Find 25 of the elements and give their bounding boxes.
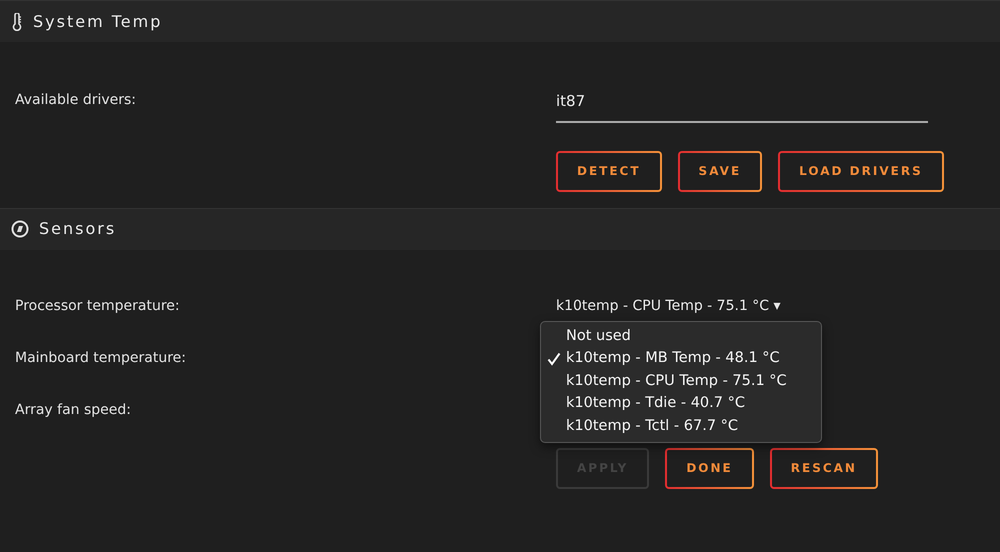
field-label: Mainboard temperature: xyxy=(14,348,188,368)
thermometer-icon xyxy=(11,12,23,30)
action-button[interactable]: DONE xyxy=(665,448,754,488)
action-button[interactable]: RESCAN xyxy=(770,448,878,488)
section-title: System Temp xyxy=(33,10,162,32)
option-text: k10temp - CPU Temp - 75.1 °C xyxy=(566,372,787,391)
section-title: Sensors xyxy=(39,218,116,240)
dropdown-option[interactable]: k10temp - MB Temp - 48.1 °C xyxy=(541,348,821,370)
dropdown-option[interactable]: k10temp - Tctl - 67.7 °C xyxy=(541,416,821,438)
action-button[interactable]: DETECT xyxy=(556,150,662,192)
dropdown-option[interactable]: k10temp - CPU Temp - 75.1 °C xyxy=(541,370,821,393)
option-text: k10temp - MB Temp - 48.1 °C xyxy=(566,349,780,368)
dropdown-option[interactable]: Not used xyxy=(541,326,821,348)
field-label: Array fan speed: xyxy=(14,400,132,420)
option-text: k10temp - Tdie - 40.7 °C xyxy=(566,394,745,414)
field-label: Available drivers: xyxy=(14,91,138,110)
option-text: k10temp - Tctl - 67.7 °C xyxy=(566,416,738,436)
sensor-select[interactable]: k10temp - CPU Temp - 75.1 °C ▾ xyxy=(556,296,781,316)
option-text: Not used xyxy=(566,326,631,346)
driver-input[interactable]: it87 xyxy=(556,90,928,122)
action-button[interactable]: LOAD DRIVERS xyxy=(778,150,944,192)
field-label: Processor temperature: xyxy=(14,296,181,316)
dropdown-option[interactable]: k10temp - Tdie - 40.7 °C xyxy=(541,393,821,416)
gauge-icon xyxy=(11,220,29,238)
action-button[interactable]: SAVE xyxy=(678,150,762,192)
